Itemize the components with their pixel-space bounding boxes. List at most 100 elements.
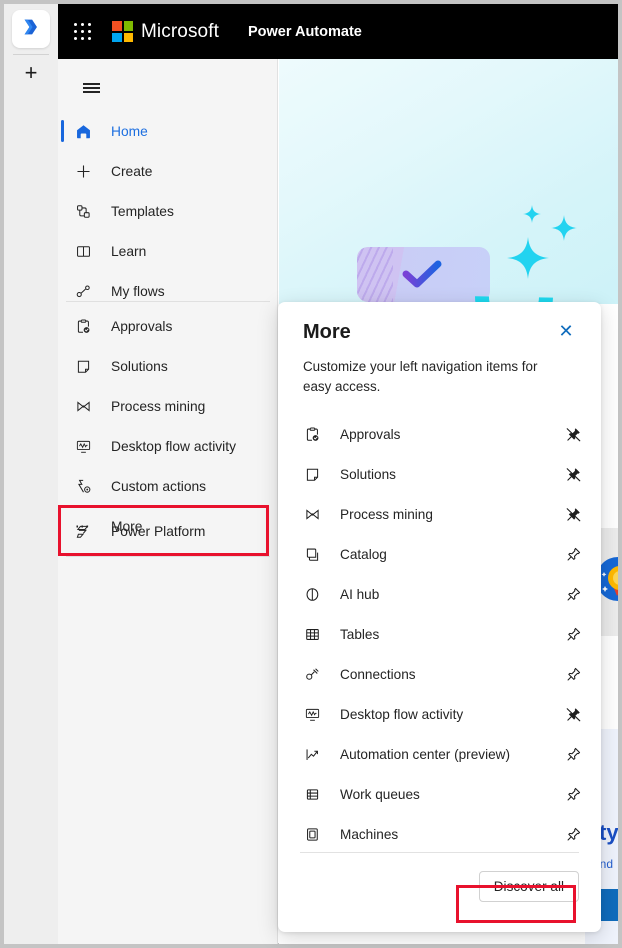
sidebar-item-process-mining[interactable]: Process mining [58, 386, 278, 426]
app-rail: + [4, 4, 58, 944]
microsoft-wordmark: Microsoft [141, 20, 219, 42]
flyout-item-list: Approvals Solutions Process mining Catal… [278, 414, 601, 854]
top-header-bar: Microsoft Power Automate [58, 4, 618, 59]
sidebar-item-learn[interactable]: Learn [58, 231, 278, 271]
flyout-item-connections[interactable]: Connections [300, 654, 587, 694]
sidebar-item-label: Home [111, 123, 148, 139]
window-border-right [618, 0, 622, 948]
pin-icon[interactable] [559, 620, 587, 648]
sidebar-item-label: Desktop flow activity [111, 438, 236, 454]
app-title: Power Automate [247, 23, 362, 40]
hero-card-graphic [357, 247, 490, 302]
solutions-icon [71, 356, 95, 376]
sidebar-item-label: Approvals [111, 318, 173, 334]
flyout-item-desktop-flow-activity[interactable]: Desktop flow activity [300, 694, 587, 734]
desktop-flow-activity-icon [300, 703, 324, 725]
sparkle-large-icon [507, 237, 549, 279]
sidebar-item-label: Create [111, 163, 153, 179]
nav-group-primary: Home Create Templates Learn My flows [58, 111, 278, 311]
pin-icon[interactable] [559, 780, 587, 808]
sidebar-item-label: Templates [111, 203, 174, 219]
flyout-item-label: Tables [340, 626, 380, 642]
plus-icon [71, 161, 95, 181]
sidebar-item-label: Process mining [111, 398, 206, 414]
flyout-item-solutions[interactable]: Solutions [300, 454, 587, 494]
left-navigation: Home Create Templates Learn My flows App… [58, 59, 278, 944]
sidebar-item-my-flows[interactable]: My flows [58, 271, 278, 311]
pin-icon[interactable] [559, 540, 587, 568]
flyout-item-label: Desktop flow activity [340, 706, 464, 722]
promo-heading-fragment: ty [599, 820, 618, 845]
new-tab-button[interactable]: + [12, 56, 50, 90]
app-window: + Microsoft Power Automate ty and Home C… [0, 0, 622, 948]
sidebar-item-home[interactable]: Home [58, 111, 278, 151]
approvals-icon [300, 423, 324, 445]
sidebar-item-power-platform[interactable]: Power Platform [58, 511, 278, 551]
sidebar-item-label: Solutions [111, 358, 168, 374]
flyout-item-automation-center[interactable]: Automation center (preview) [300, 734, 587, 774]
power-automate-logo-icon [20, 16, 42, 43]
more-flyout-panel: More ✕ Customize your left navigation it… [278, 302, 601, 932]
nav-group-tertiary: Power Platform [58, 511, 278, 551]
flyout-item-label: Work queues [340, 786, 420, 802]
sidebar-item-approvals[interactable]: Approvals [58, 306, 278, 346]
sidebar-item-label: Learn [111, 243, 147, 259]
work-queues-icon [300, 783, 324, 805]
flyout-item-catalog[interactable]: Catalog [300, 534, 587, 574]
unpin-icon[interactable] [559, 460, 587, 488]
unpin-icon[interactable] [559, 500, 587, 528]
catalog-icon [300, 543, 324, 565]
home-icon [71, 121, 95, 141]
nav-divider-2 [66, 556, 270, 557]
process-mining-icon [71, 396, 95, 416]
flyout-item-approvals[interactable]: Approvals [300, 414, 587, 454]
flyout-item-ai-hub[interactable]: AI hub [300, 574, 587, 614]
app-launcher-icon[interactable] [74, 22, 92, 41]
custom-actions-icon [71, 476, 95, 496]
flyout-item-machines[interactable]: Machines [300, 814, 587, 854]
sidebar-item-custom-actions[interactable]: Custom actions [58, 466, 278, 506]
tables-icon [300, 623, 324, 645]
pin-icon[interactable] [559, 580, 587, 608]
discover-all-button[interactable]: Discover all [478, 871, 579, 902]
sidebar-item-create[interactable]: Create [58, 151, 278, 191]
pin-icon[interactable] [559, 820, 587, 848]
flyout-item-work-queues[interactable]: Work queues [300, 774, 587, 814]
pin-icon[interactable] [559, 740, 587, 768]
unpin-icon[interactable] [559, 700, 587, 728]
sparkle-small-icon [523, 205, 541, 223]
connections-icon [300, 663, 324, 685]
sparkle-medium-icon [551, 215, 577, 241]
pin-icon[interactable] [559, 660, 587, 688]
sidebar-item-desktop-flow-activity[interactable]: Desktop flow activity [58, 426, 278, 466]
flyout-footer: Discover all [278, 852, 601, 932]
sidebar-item-label: Power Platform [111, 523, 206, 539]
flyout-item-label: Automation center (preview) [340, 746, 510, 762]
flyout-item-label: AI hub [340, 586, 380, 602]
power-automate-app-tile[interactable] [12, 10, 50, 48]
hamburger-icon[interactable] [72, 69, 110, 107]
sidebar-item-solutions[interactable]: Solutions [58, 346, 278, 386]
approvals-icon [71, 316, 95, 336]
nav-group-secondary: Approvals Solutions Process mining Deskt… [58, 306, 278, 546]
microsoft-logo[interactable]: Microsoft [112, 21, 219, 43]
sidebar-item-label: Custom actions [111, 478, 207, 494]
flyout-item-process-mining[interactable]: Process mining [300, 494, 587, 534]
flyout-item-tables[interactable]: Tables [300, 614, 587, 654]
flow-icon [71, 281, 95, 301]
flyout-item-label: Process mining [340, 506, 433, 522]
footer-divider [300, 852, 579, 853]
ai-hub-icon [300, 583, 324, 605]
microsoft-squares-icon [112, 21, 133, 42]
flyout-title: More [303, 321, 351, 343]
unpin-icon[interactable] [559, 420, 587, 448]
machines-icon [300, 823, 324, 845]
desktop-flow-activity-icon [71, 436, 95, 456]
close-icon[interactable]: ✕ [553, 318, 579, 344]
sidebar-item-templates[interactable]: Templates [58, 191, 278, 231]
flyout-item-label: Machines [340, 826, 399, 842]
templates-icon [71, 201, 95, 221]
checkmark-icon [402, 260, 442, 290]
power-platform-icon [71, 521, 95, 541]
flyout-item-label: Catalog [340, 546, 387, 562]
